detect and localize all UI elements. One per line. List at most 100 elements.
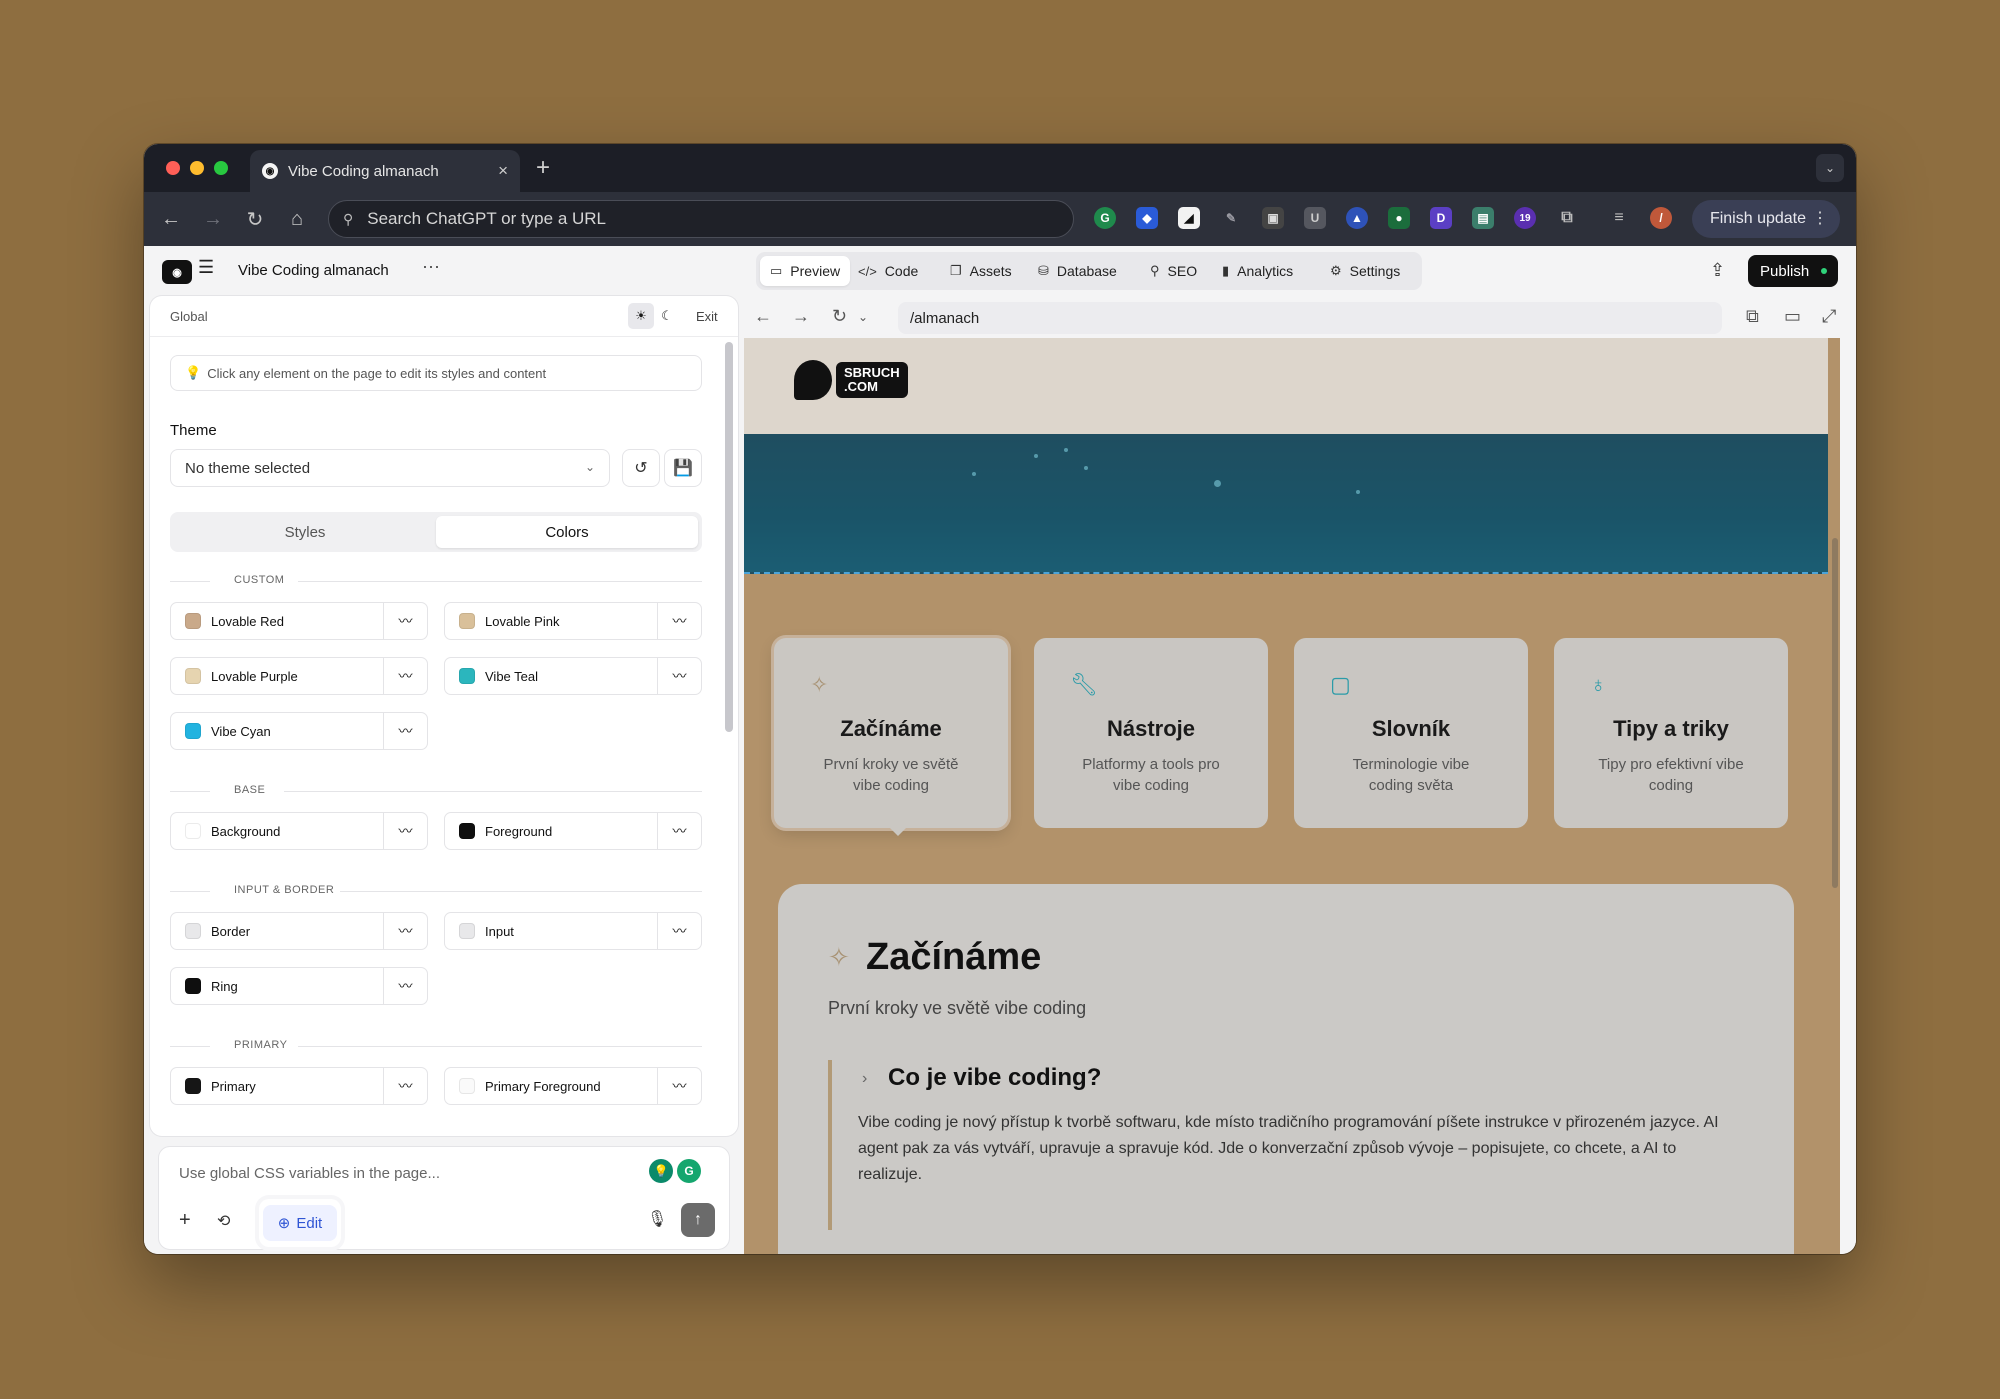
new-tab-button[interactable]: + bbox=[536, 154, 550, 182]
color-vibe-teal[interactable]: Vibe Teal 〰 bbox=[444, 657, 702, 695]
tab-seo[interactable]: ⚲ SEO bbox=[1140, 256, 1207, 286]
tab-assets[interactable]: ❐ Assets bbox=[940, 256, 1022, 286]
tailwind-icon[interactable]: 〰 bbox=[657, 913, 701, 949]
swatch-border[interactable] bbox=[185, 923, 201, 939]
reload-chevron-icon[interactable]: ⌄ bbox=[858, 310, 868, 324]
composer-input[interactable]: Use global CSS variables in the page... bbox=[179, 1165, 440, 1182]
tab-code[interactable]: </> Code bbox=[848, 256, 928, 286]
grammarly-extension-icon[interactable]: G bbox=[1094, 207, 1116, 229]
color-ring[interactable]: Ring 〰 bbox=[170, 967, 428, 1005]
preview-back-icon[interactable]: ← bbox=[754, 306, 772, 327]
media-queue-icon[interactable]: ≡ bbox=[1608, 207, 1630, 229]
add-attachment-button[interactable]: + bbox=[179, 1209, 191, 1232]
card-slovnik[interactable]: ▢ Slovník Terminologie vibe coding světa bbox=[1294, 638, 1528, 828]
tab-analytics[interactable]: ▮ Analytics bbox=[1212, 256, 1303, 286]
home-icon[interactable]: ⌂ bbox=[282, 204, 312, 234]
grammarly-icon[interactable]: G bbox=[677, 1159, 701, 1183]
swatch-input[interactable] bbox=[459, 923, 475, 939]
color-vibe-cyan[interactable]: Vibe Cyan 〰 bbox=[170, 712, 428, 750]
tailwind-icon[interactable]: 〰 bbox=[383, 658, 427, 694]
d-extension-icon[interactable]: D bbox=[1430, 207, 1452, 229]
tab-search-chevron-icon[interactable]: ⌄ bbox=[1816, 154, 1844, 182]
faq-question[interactable]: Co je vibe coding? bbox=[888, 1064, 1101, 1092]
panel-scrollbar-thumb[interactable] bbox=[725, 342, 733, 732]
history-icon[interactable]: ⟲ bbox=[217, 1211, 230, 1231]
tailwind-icon[interactable]: 〰 bbox=[383, 813, 427, 849]
extension-badge-icon[interactable]: 19 bbox=[1514, 207, 1536, 229]
extension-icon-7[interactable]: ▲ bbox=[1346, 207, 1368, 229]
exit-button[interactable]: Exit bbox=[696, 309, 718, 324]
swatch-lovable-pink[interactable] bbox=[459, 613, 475, 629]
moon-icon[interactable]: ☾ bbox=[654, 303, 680, 329]
extension-icon-8[interactable]: ● bbox=[1388, 207, 1410, 229]
lovable-logo-icon[interactable]: ◉ bbox=[162, 260, 192, 284]
tailwind-icon[interactable]: 〰 bbox=[383, 1068, 427, 1104]
color-input[interactable]: Input 〰 bbox=[444, 912, 702, 950]
color-foreground[interactable]: Foreground 〰 bbox=[444, 812, 702, 850]
puzzle-icon[interactable]: ⧉ bbox=[1556, 207, 1578, 229]
save-theme-button[interactable]: 💾 bbox=[664, 449, 702, 487]
card-zaciname[interactable]: ✧ Začínáme První kroky ve světě vibe cod… bbox=[774, 638, 1008, 828]
tailwind-icon[interactable]: 〰 bbox=[383, 968, 427, 1004]
close-tab-icon[interactable]: × bbox=[498, 161, 508, 181]
tab-preview[interactable]: ▭ Preview bbox=[760, 256, 851, 286]
color-primary[interactable]: Primary 〰 bbox=[170, 1067, 428, 1105]
chevron-right-icon[interactable]: › bbox=[862, 1070, 867, 1088]
color-primary-foreground[interactable]: Primary Foreground 〰 bbox=[444, 1067, 702, 1105]
swatch-primary[interactable] bbox=[185, 1078, 201, 1094]
fullscreen-icon[interactable]: ⤢ bbox=[1822, 306, 1836, 327]
theme-select[interactable]: No theme selected ⌄ bbox=[170, 449, 610, 487]
share-icon[interactable]: ⇪ bbox=[1710, 260, 1725, 281]
tab-colors[interactable]: Colors bbox=[436, 516, 698, 548]
swatch-ring[interactable] bbox=[185, 978, 201, 994]
swatch-primary-foreground[interactable] bbox=[459, 1078, 475, 1094]
tailwind-icon[interactable]: 〰 bbox=[383, 913, 427, 949]
tailwind-icon[interactable]: 〰 bbox=[657, 813, 701, 849]
color-lovable-purple[interactable]: Lovable Purple 〰 bbox=[170, 657, 428, 695]
back-arrow-icon[interactable]: ← bbox=[156, 204, 186, 234]
bulb-extension-icon[interactable]: 💡 bbox=[649, 1159, 673, 1183]
edit-button[interactable]: ⊕ Edit bbox=[259, 1199, 341, 1247]
microphone-icon[interactable]: 🎙 bbox=[647, 1209, 667, 1229]
device-toggle-icon[interactable]: ▭ bbox=[1784, 306, 1801, 327]
sun-icon[interactable]: ☀ bbox=[628, 303, 654, 329]
swatch-foreground[interactable] bbox=[459, 823, 475, 839]
swatch-lovable-red[interactable] bbox=[185, 613, 201, 629]
swatch-lovable-purple[interactable] bbox=[185, 668, 201, 684]
address-bar[interactable]: ⚲ Search ChatGPT or type a URL bbox=[328, 200, 1074, 238]
maximize-window-button[interactable] bbox=[214, 161, 228, 175]
note-extension-icon[interactable]: ✎ bbox=[1220, 207, 1242, 229]
tailwind-icon[interactable]: 〰 bbox=[657, 658, 701, 694]
preview-forward-icon[interactable]: → bbox=[792, 306, 810, 327]
project-title[interactable]: Vibe Coding almanach bbox=[238, 262, 389, 279]
tab-styles[interactable]: Styles bbox=[174, 516, 436, 548]
color-border[interactable]: Border 〰 bbox=[170, 912, 428, 950]
more-options-icon[interactable]: ··· bbox=[422, 256, 440, 277]
u-extension-icon[interactable]: U bbox=[1304, 207, 1326, 229]
close-window-button[interactable] bbox=[166, 161, 180, 175]
browser-tab[interactable]: ◉ Vibe Coding almanach × bbox=[250, 150, 520, 192]
swatch-vibe-teal[interactable] bbox=[459, 668, 475, 684]
finish-update-button[interactable]: Finish update ⋮ bbox=[1691, 200, 1840, 238]
kebab-menu-icon[interactable]: ⋮ bbox=[1812, 208, 1828, 228]
swatch-background[interactable] bbox=[185, 823, 201, 839]
color-lovable-red[interactable]: Lovable Red 〰 bbox=[170, 602, 428, 640]
bitwarden-extension-icon[interactable]: ◆ bbox=[1136, 207, 1158, 229]
open-external-icon[interactable]: ⧉ bbox=[1746, 306, 1759, 327]
color-background[interactable]: Background 〰 bbox=[170, 812, 428, 850]
extension-icon-10[interactable]: ▤ bbox=[1472, 207, 1494, 229]
theme-mode-toggle[interactable]: ☀ ☾ bbox=[628, 303, 680, 329]
menu-icon[interactable]: ☰ bbox=[198, 257, 214, 278]
avatar[interactable]: / bbox=[1650, 207, 1672, 229]
forward-arrow-icon[interactable]: → bbox=[198, 204, 228, 234]
panel-scrollbar[interactable] bbox=[725, 342, 733, 1132]
site-logo[interactable]: SBRUCH .COM bbox=[794, 360, 908, 400]
screen-extension-icon[interactable]: ▣ bbox=[1262, 207, 1284, 229]
viewport-scrollbar[interactable] bbox=[1832, 538, 1838, 888]
edit-button-inner[interactable]: ⊕ Edit bbox=[263, 1205, 337, 1241]
extension-icon-3[interactable]: ◢ bbox=[1178, 207, 1200, 229]
tab-database[interactable]: ⛁ Database bbox=[1028, 256, 1127, 286]
card-tipy[interactable]: ♁ Tipy a triky Tipy pro efektivní vibe c… bbox=[1554, 638, 1788, 828]
preview-path-input[interactable]: /almanach bbox=[898, 302, 1722, 334]
tailwind-icon[interactable]: 〰 bbox=[657, 603, 701, 639]
